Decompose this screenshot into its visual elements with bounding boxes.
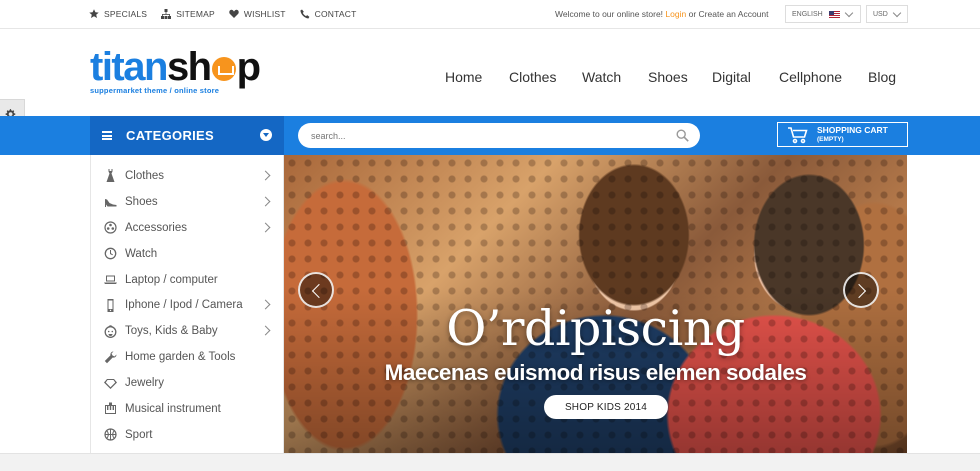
sidebar-item-musical[interactable]: Musical instrument (91, 396, 283, 422)
phone-icon (300, 9, 310, 19)
categories-title: CATEGORIES (126, 128, 214, 143)
chevron-circle-down-icon (260, 129, 272, 141)
categories-toggle[interactable]: CATEGORIES (90, 116, 284, 155)
category-sidebar: Clothes Shoes Accessories Watch Laptop /… (90, 155, 284, 453)
sidebar-item-label: Home garden & Tools (125, 351, 236, 364)
chevron-right-icon (260, 196, 271, 207)
chevron-right-icon (260, 170, 271, 181)
cart-title: SHOPPING CART (817, 124, 888, 135)
wishlist-label: WISHLIST (243, 9, 286, 19)
nav-watch[interactable]: Watch (582, 69, 621, 85)
specials-label: SPECIALS (104, 9, 148, 19)
slide-subtitle: Maecenas euismod risus elemen sodales (384, 360, 807, 385)
list-icon (102, 131, 112, 140)
sidebar-item-jewelry[interactable]: Jewelry (91, 370, 283, 396)
sidebar-item-label: Jewelry (125, 377, 164, 390)
slide-title: O’rdipiscing (446, 300, 745, 357)
accessories-icon (104, 221, 117, 234)
site-logo[interactable]: titan sh p suppermarket theme / online sto… (90, 45, 261, 95)
logo-text-p: p (236, 45, 261, 89)
logo-text-sh: sh (166, 45, 212, 89)
wrench-icon (104, 351, 117, 363)
chevron-right-icon (260, 300, 271, 310)
language-select[interactable]: ENGLISH (785, 5, 861, 23)
login-link[interactable]: Login (665, 9, 686, 19)
chevron-down-icon (892, 8, 902, 17)
nav-blog[interactable]: Blog (868, 69, 896, 85)
logo-tagline: suppermarket theme / online store (90, 86, 220, 95)
sidebar-item-accessories[interactable]: Accessories (91, 215, 283, 241)
sidebar-item-watch[interactable]: Watch (91, 241, 283, 267)
or-text: or (688, 9, 697, 19)
sidebar-item-sport[interactable]: Sport (91, 422, 283, 448)
category-search-bar: CATEGORIES SHOPPING CART (EMPTY) (0, 116, 980, 155)
mobile-phone-icon (107, 298, 114, 312)
chevron-right-icon (260, 325, 271, 336)
contact-link[interactable]: CONTACT (300, 9, 357, 19)
top-links: SPECIALS SITEMAP WISHLIST CONTACT (89, 9, 357, 19)
search-input[interactable] (298, 123, 700, 148)
chevron-down-icon (844, 8, 853, 17)
language-value: ENGLISH (792, 10, 823, 18)
sidebar-item-label: Laptop / computer (125, 273, 218, 286)
music-instrument-icon (105, 402, 116, 415)
diamond-icon (104, 378, 117, 389)
dress-icon (106, 169, 115, 183)
create-account-link[interactable]: Create an Account (699, 9, 769, 19)
sitemap-icon (161, 9, 172, 19)
chevron-right-icon (260, 222, 271, 233)
sidebar-item-laptop[interactable]: Laptop / computer (91, 267, 283, 293)
sidebar-item-label: Toys, Kids & Baby (125, 325, 218, 338)
sidebar-item-label: Musical instrument (125, 402, 221, 415)
star-icon (89, 9, 99, 18)
nav-shoes[interactable]: Shoes (648, 69, 688, 85)
nav-home[interactable]: Home (445, 69, 482, 85)
sidebar-item-label: Accessories (125, 221, 187, 234)
sitemap-label: SITEMAP (176, 9, 215, 19)
welcome-text: Welcome to our online store! (555, 9, 664, 19)
wishlist-link[interactable]: WISHLIST (229, 9, 286, 19)
slider-next-arrow-icon[interactable] (843, 272, 879, 308)
sidebar-item-label: Shoes (125, 195, 158, 208)
hero-slider[interactable]: O’rdipiscing Maecenas euismod risus elem… (284, 155, 907, 453)
sidebar-item-home-garden[interactable]: Home garden & Tools (91, 344, 283, 370)
top-bar: SPECIALS SITEMAP WISHLIST CONTACT Welcom… (0, 0, 980, 29)
laptop-icon (104, 275, 117, 284)
currency-select[interactable]: USD (866, 5, 908, 23)
us-flag-icon (828, 10, 840, 18)
sidebar-item-toys[interactable]: Toys, Kids & Baby (91, 318, 283, 344)
cart-icon (788, 126, 808, 143)
currency-value: USD (873, 10, 888, 18)
slider-prev-arrow-icon[interactable] (298, 272, 334, 308)
specials-link[interactable]: SPECIALS (89, 9, 147, 19)
logo-text-titan: titan (90, 45, 168, 89)
sidebar-item-clothes[interactable]: Clothes (91, 163, 283, 189)
shop-kids-button[interactable]: SHOP KIDS 2014 (544, 395, 668, 419)
contact-label: CONTACT (314, 9, 357, 19)
ball-icon (104, 428, 117, 441)
sidebar-item-label: Sport (125, 428, 153, 441)
heart-icon (229, 9, 239, 18)
search-icon[interactable] (676, 129, 689, 142)
sitemap-link[interactable]: SITEMAP (161, 9, 215, 19)
watch-icon (104, 247, 117, 260)
basket-logo-icon (211, 57, 236, 81)
baby-icon (104, 325, 117, 338)
welcome-message: Welcome to our online store! Login or Cr… (555, 9, 768, 19)
shopping-cart-button[interactable]: SHOPPING CART (EMPTY) (777, 122, 908, 147)
nav-clothes[interactable]: Clothes (509, 69, 556, 85)
header: titan sh p suppermarket theme / online sto… (0, 29, 980, 130)
sidebar-item-label: Watch (125, 247, 158, 260)
cart-status: (EMPTY) (817, 135, 844, 143)
sidebar-item-label: Iphone / Ipod / Camera (125, 299, 243, 312)
sidebar-item-label: Clothes (125, 169, 164, 182)
bottom-strip (0, 453, 980, 471)
shoe-icon (105, 199, 117, 208)
sidebar-item-shoes[interactable]: Shoes (91, 189, 283, 215)
nav-cellphone[interactable]: Cellphone (779, 69, 842, 85)
sidebar-item-iphone[interactable]: Iphone / Ipod / Camera (91, 292, 283, 318)
nav-digital[interactable]: Digital (712, 69, 751, 85)
